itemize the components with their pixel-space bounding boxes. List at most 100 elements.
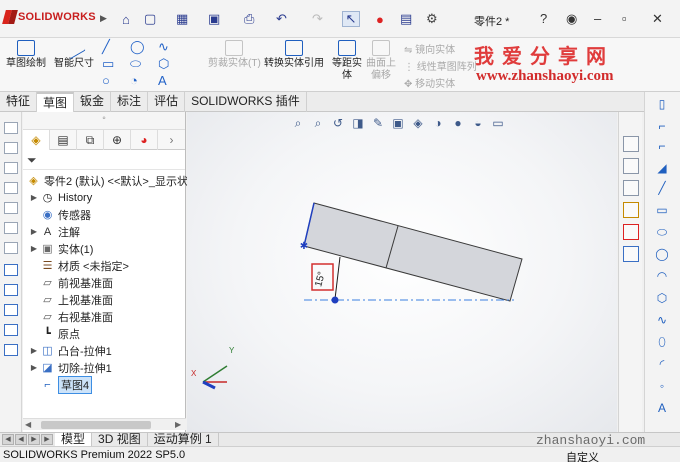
- sketch-button[interactable]: 草图绘制: [6, 40, 46, 70]
- smart-dimension-icon[interactable]: ◢: [655, 162, 669, 174]
- undo-icon[interactable]: ↶: [276, 11, 287, 27]
- tree-item-sketch4[interactable]: ⌐ 草图4: [29, 375, 93, 394]
- print-icon[interactable]: ⎙: [244, 11, 254, 27]
- sketch-tool-icon[interactable]: ▯: [655, 98, 669, 110]
- tree-item-annotations[interactable]: ▶ A 注解: [29, 223, 80, 240]
- offset-entities-button[interactable]: 等距实 体: [332, 40, 362, 82]
- tab-addins[interactable]: SOLIDWORKS 插件: [185, 92, 307, 112]
- tree-item-front-plane[interactable]: ▱ 前视基准面: [29, 274, 113, 291]
- design-library-icon[interactable]: [623, 158, 639, 174]
- tab-sheet-metal[interactable]: 钣金: [74, 92, 112, 112]
- point-tool-icon[interactable]: ◦: [655, 380, 669, 392]
- expand-arrow-icon[interactable]: ▶: [29, 227, 39, 236]
- prev-tab-icon[interactable]: ◀: [15, 434, 27, 445]
- zoom-area-icon[interactable]: ⌕: [310, 116, 326, 131]
- hide-show-icon[interactable]: ◑: [430, 116, 446, 131]
- toolbar-icon[interactable]: [4, 324, 18, 336]
- solidworks-logo[interactable]: SOLIDWORKS: [4, 10, 96, 24]
- panel-grip[interactable]: ◦: [23, 112, 185, 130]
- text-tool-icon[interactable]: A: [158, 73, 167, 88]
- next-tab-icon[interactable]: ▶: [28, 434, 40, 445]
- edit-appearance-icon[interactable]: ●: [450, 116, 466, 131]
- toolbar-icon[interactable]: [4, 202, 18, 214]
- tree-item-sensors[interactable]: ◉ 传感器: [29, 206, 91, 223]
- line-tool-icon[interactable]: ╱: [655, 182, 669, 194]
- model-view[interactable]: 15° ✱ Y X: [187, 112, 617, 432]
- dimxpert-tab-icon[interactable]: ⊕: [104, 130, 131, 150]
- previous-view-icon[interactable]: ↺: [330, 116, 346, 131]
- tree-filter[interactable]: ⏷: [23, 150, 185, 170]
- offset-on-surface-button[interactable]: 曲面上 偏移: [366, 40, 396, 82]
- dynamic-annotation-icon[interactable]: ✎: [370, 116, 386, 131]
- tree-item-cut-extrude[interactable]: ▶ ◪ 切除-拉伸1: [29, 359, 112, 376]
- polygon-tool-icon[interactable]: ⬡: [158, 56, 169, 72]
- save-icon[interactable]: ▣: [208, 11, 220, 27]
- tab-motion-study[interactable]: 运动算例 1: [148, 433, 219, 447]
- tab-markup[interactable]: 标注: [111, 92, 149, 112]
- ellipse-tool-icon[interactable]: ⬯: [655, 336, 669, 348]
- smart-dimension-button[interactable]: 智能尺寸: [54, 36, 94, 70]
- status-custom[interactable]: 自定义: [566, 449, 599, 462]
- tab-model[interactable]: 模型: [55, 433, 93, 447]
- line-tool-icon[interactable]: ╱: [102, 39, 110, 55]
- trim-entities-button[interactable]: 剪裁实体(T): [208, 40, 261, 70]
- tree-item-right-plane[interactable]: ▱ 右视基准面: [29, 308, 113, 325]
- configuration-manager-tab-icon[interactable]: ⧉: [77, 130, 104, 150]
- menu-arrow-icon[interactable]: ▶: [100, 13, 107, 24]
- text-tool-icon[interactable]: A: [655, 402, 669, 414]
- slot-tool-icon[interactable]: ⬭: [655, 226, 669, 238]
- scene-icon[interactable]: ◒: [470, 116, 486, 131]
- polygon-tool-icon[interactable]: ⬡: [655, 292, 669, 304]
- section-view-icon[interactable]: ◨: [350, 116, 366, 131]
- select-icon[interactable]: ↖: [342, 11, 360, 27]
- spline-tool-icon[interactable]: ∿: [655, 314, 669, 326]
- move-entities-button[interactable]: ✥ 移动实体: [404, 75, 455, 90]
- tab-3d-views[interactable]: 3D 视图: [92, 433, 148, 447]
- home-icon[interactable]: [623, 136, 639, 152]
- toolbar-icon[interactable]: [4, 162, 18, 174]
- spline-tool-icon[interactable]: ∿: [158, 39, 169, 55]
- feature-manager-tab-icon[interactable]: ◈: [23, 130, 50, 150]
- new-document-icon[interactable]: ▢: [144, 11, 156, 27]
- user-icon[interactable]: ◉: [566, 11, 577, 27]
- sketch-tool-icon[interactable]: ⌐: [655, 120, 669, 132]
- toolbar-icon[interactable]: [4, 242, 18, 254]
- last-tab-icon[interactable]: ▶: [41, 434, 53, 445]
- scroll-left-icon[interactable]: ◀: [25, 419, 31, 431]
- slot-tool-icon[interactable]: ⬭: [130, 56, 141, 72]
- circle-tool-icon[interactable]: ◯: [130, 39, 145, 55]
- options-gear-icon[interactable]: ⚙: [426, 11, 438, 27]
- property-manager-tab-icon[interactable]: ▤: [50, 130, 77, 150]
- appearance-tab-icon[interactable]: ◕: [131, 130, 158, 150]
- circle-tool-icon[interactable]: ◯: [655, 248, 669, 260]
- help-icon[interactable]: ?: [540, 11, 547, 26]
- display-style-icon[interactable]: ◈: [410, 116, 426, 131]
- toolbar-icon[interactable]: [4, 284, 18, 296]
- file-explorer-icon[interactable]: [623, 180, 639, 196]
- rectangle-tool-icon[interactable]: ▭: [102, 56, 114, 72]
- tree-root[interactable]: ◈ 零件2 (默认) <<默认>_显示状: [25, 172, 188, 189]
- toolbar-icon[interactable]: [4, 222, 18, 234]
- panel-expand-icon[interactable]: ›: [158, 130, 185, 150]
- minimize-icon[interactable]: –: [594, 11, 601, 26]
- expand-arrow-icon[interactable]: ▶: [29, 363, 39, 372]
- tree-item-boss-extrude[interactable]: ▶ ◫ 凸台-拉伸1: [29, 342, 112, 359]
- tree-item-top-plane[interactable]: ▱ 上视基准面: [29, 291, 113, 308]
- zoom-to-fit-icon[interactable]: ⌕: [290, 116, 306, 131]
- scroll-right-icon[interactable]: ▶: [175, 419, 181, 431]
- arc-tool-icon[interactable]: ◠: [655, 270, 669, 282]
- toolbar-icon[interactable]: [4, 142, 18, 154]
- toolbar-icon[interactable]: [4, 122, 18, 134]
- tree-item-solid-bodies[interactable]: ▶ ▣ 实体(1): [29, 240, 94, 257]
- fillet-tool-icon[interactable]: ◔: [130, 73, 138, 88]
- file-properties-icon[interactable]: ▤: [400, 11, 412, 27]
- fillet-tool-icon[interactable]: ◜: [655, 358, 669, 370]
- view-orientation-icon[interactable]: ▣: [390, 116, 406, 131]
- home-icon[interactable]: ⌂: [122, 11, 130, 27]
- rebuild-icon[interactable]: ●: [376, 11, 384, 27]
- point-tool-icon[interactable]: ○: [102, 73, 110, 88]
- first-tab-icon[interactable]: ◀: [2, 434, 14, 445]
- close-icon[interactable]: ✕: [652, 11, 663, 27]
- toolbar-icon[interactable]: [4, 264, 18, 276]
- graphics-area[interactable]: 15° ✱ Y X: [187, 112, 617, 432]
